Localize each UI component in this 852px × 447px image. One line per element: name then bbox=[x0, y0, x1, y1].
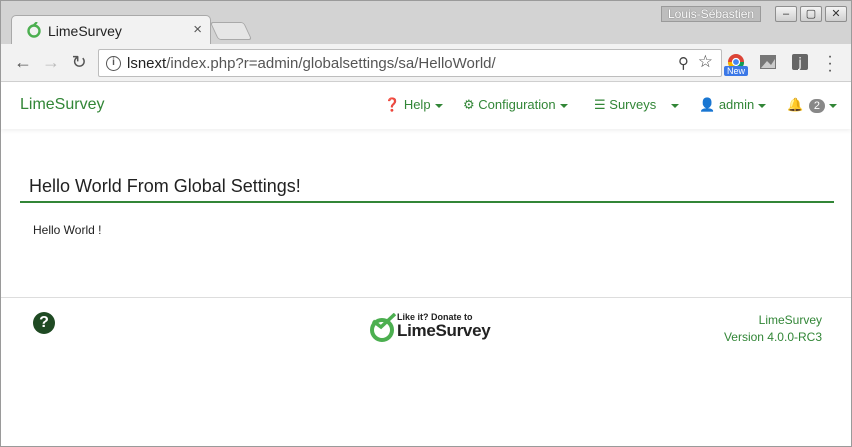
donate-brand-text: LimeSurvey bbox=[397, 321, 491, 340]
chevron-down-icon bbox=[559, 103, 568, 108]
notification-count-badge: 2 bbox=[808, 99, 825, 113]
forward-arrow-icon[interactable]: → bbox=[41, 52, 61, 72]
maximize-button[interactable]: ▢ bbox=[800, 6, 822, 22]
nav-surveys-dropdown[interactable] bbox=[667, 97, 679, 112]
footer-version-block: LimeSurvey Version 4.0.0-RC3 bbox=[724, 312, 822, 346]
info-icon[interactable]: i bbox=[106, 56, 121, 71]
extension-new-badge: New bbox=[724, 66, 749, 76]
panel-body-text: Hello World ! bbox=[33, 223, 102, 237]
new-tab-button[interactable] bbox=[209, 22, 253, 40]
chevron-down-icon bbox=[828, 103, 837, 108]
footer-divider bbox=[1, 297, 851, 298]
page-title: Hello World From Global Settings! bbox=[29, 176, 301, 196]
bell-icon: 🔔 bbox=[787, 97, 804, 112]
profile-badge[interactable]: Louis-Sébastien bbox=[661, 6, 762, 22]
donate-link[interactable]: Like it? Donate to LimeSurvey bbox=[369, 311, 491, 345]
chevron-down-icon bbox=[434, 103, 443, 108]
back-arrow-icon[interactable]: ← bbox=[13, 52, 33, 72]
tab-limesurvey[interactable]: LimeSurvey × bbox=[11, 15, 211, 44]
limesurvey-favicon-icon bbox=[27, 22, 41, 38]
bookmark-star-icon[interactable]: ☆ bbox=[698, 52, 713, 72]
tab-strip: LimeSurvey × Louis-Sébastien ‒ ▢ ✕ bbox=[1, 1, 851, 44]
nav-help-label: Help bbox=[403, 97, 431, 112]
nav-surveys-label: Surveys bbox=[609, 97, 657, 112]
footer-brand-link[interactable]: LimeSurvey bbox=[724, 312, 822, 329]
limesurvey-logo-icon bbox=[370, 313, 397, 342]
zoom-icon[interactable]: ⚲ bbox=[678, 54, 689, 72]
address-bar[interactable]: i lsnext/index.php?r=admin/globalsetting… bbox=[98, 49, 722, 77]
browser-window: LimeSurvey × Louis-Sébastien ‒ ▢ ✕ ← → ↻… bbox=[0, 0, 852, 447]
nav-admin[interactable]: 👤 admin bbox=[699, 97, 767, 113]
cogs-icon: ⚙ bbox=[463, 97, 475, 112]
reload-icon[interactable]: ↻ bbox=[69, 52, 89, 72]
nav-notifications[interactable]: 🔔 2 bbox=[787, 97, 837, 113]
help-question-icon[interactable]: ? bbox=[33, 312, 55, 334]
user-icon: 👤 bbox=[699, 97, 716, 112]
extension-j-icon[interactable]: j bbox=[791, 53, 809, 71]
web-page: LimeSurvey ❓ Help ⚙ Configuration ☰ Surv… bbox=[1, 83, 851, 446]
nav-admin-label: admin bbox=[718, 97, 755, 112]
tab-title: LimeSurvey bbox=[48, 23, 122, 39]
chevron-down-icon bbox=[758, 103, 767, 108]
svg-text:j: j bbox=[797, 56, 802, 71]
extension-image-icon[interactable] bbox=[759, 53, 777, 71]
browser-toolbar: ← → ↻ i lsnext/index.php?r=admin/globals… bbox=[1, 44, 851, 82]
url-text[interactable]: lsnext/index.php?r=admin/globalsettings/… bbox=[127, 55, 496, 72]
title-divider bbox=[20, 201, 834, 203]
chevron-down-icon bbox=[671, 103, 679, 108]
list-icon: ☰ bbox=[594, 97, 606, 112]
nav-surveys[interactable]: ☰ Surveys bbox=[594, 97, 656, 113]
minimize-button[interactable]: ‒ bbox=[775, 6, 797, 22]
browser-menu-icon[interactable]: · · · bbox=[825, 49, 835, 79]
nav-help[interactable]: ❓ Help bbox=[384, 97, 443, 113]
close-window-button[interactable]: ✕ bbox=[825, 6, 847, 22]
question-circle-icon: ❓ bbox=[384, 97, 401, 112]
app-navbar: LimeSurvey ❓ Help ⚙ Configuration ☰ Surv… bbox=[1, 83, 851, 129]
nav-configuration-label: Configuration bbox=[478, 97, 556, 112]
nav-configuration[interactable]: ⚙ Configuration bbox=[463, 97, 568, 113]
tab-close-icon[interactable]: × bbox=[193, 21, 202, 38]
brand-link[interactable]: LimeSurvey bbox=[20, 96, 104, 114]
footer-version: Version 4.0.0-RC3 bbox=[723, 330, 822, 344]
